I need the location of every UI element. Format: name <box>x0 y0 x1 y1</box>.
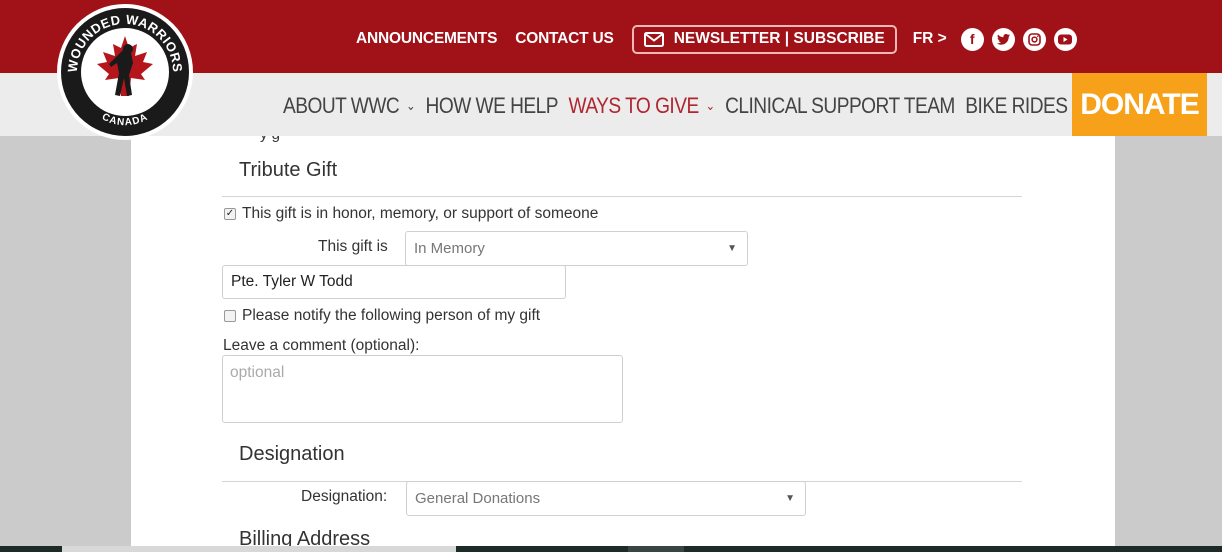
honoree-name-value: Pte. Tyler W Todd <box>231 273 353 290</box>
main-nav: ABOUT WWC ⌄ HOW WE HELP WAYS TO GIVE ⌄ C… <box>283 93 1078 119</box>
gift-type-value: In Memory <box>414 240 485 257</box>
notify-checkbox[interactable] <box>224 310 236 322</box>
contact-us-link[interactable]: CONTACT US <box>515 30 614 48</box>
newsletter-label: NEWSLETTER | SUBSCRIBE <box>673 30 885 47</box>
nav-clinical-support-team[interactable]: CLINICAL SUPPORT TEAM <box>725 93 955 119</box>
honoree-name-input[interactable]: Pte. Tyler W Todd <box>222 265 566 299</box>
clipped-text: y g <box>260 136 400 142</box>
social-links: f <box>960 27 1077 51</box>
youtube-icon[interactable] <box>1053 27 1077 51</box>
gift-is-label: This gift is <box>318 238 388 255</box>
nav-how-we-help-label: HOW WE HELP <box>425 93 559 118</box>
nav-how-we-help[interactable]: HOW WE HELP <box>426 93 559 119</box>
notify-checkbox-row[interactable]: Please notify the following person of my… <box>224 307 540 325</box>
nav-ways-to-give-label: WAYS TO GIVE <box>568 93 699 118</box>
language-toggle-link[interactable]: FR > <box>913 30 947 48</box>
bottom-strip-segment <box>628 546 684 552</box>
nav-bike-rides-label: BIKE RIDES <box>965 93 1068 118</box>
designation-value: General Donations <box>415 490 541 507</box>
designation-select[interactable]: General Donations ▼ <box>406 481 806 516</box>
honor-checkbox-label: This gift is in honor, memory, or suppor… <box>242 205 599 222</box>
nav-ways-to-give[interactable]: WAYS TO GIVE ⌄ <box>568 93 715 119</box>
dropdown-arrow-icon: ▼ <box>785 493 795 504</box>
bottom-strip <box>0 546 1222 552</box>
facebook-icon[interactable]: f <box>960 27 984 51</box>
nav-about-wwc-label: ABOUT WWC <box>283 93 400 118</box>
announcements-link[interactable]: ANNOUNCEMENTS <box>356 30 497 48</box>
newsletter-subscribe-button[interactable]: NEWSLETTER | SUBSCRIBE <box>631 24 897 54</box>
designation-heading: Designation <box>239 443 345 465</box>
wounded-warriors-canada-logo[interactable]: WOUNDED WARRIORS CANADA <box>55 2 195 142</box>
honor-checkbox[interactable]: ✓ <box>224 208 236 220</box>
notify-checkbox-label: Please notify the following person of my… <box>242 307 541 324</box>
section-divider <box>222 196 1022 197</box>
envelope-icon <box>643 31 664 47</box>
donate-button[interactable]: DONATE <box>1072 73 1207 136</box>
comment-textarea[interactable]: optional <box>222 355 623 423</box>
comment-label: Leave a comment (optional): <box>223 337 420 354</box>
dropdown-arrow-icon: ▼ <box>727 243 737 254</box>
tribute-gift-heading: Tribute Gift <box>239 159 338 181</box>
top-nav: ANNOUNCEMENTS CONTACT US NEWSLETTER | SU… <box>356 24 1077 54</box>
honor-checkbox-row[interactable]: ✓ This gift is in honor, memory, or supp… <box>224 205 598 223</box>
nav-bike-rides[interactable]: BIKE RIDES <box>965 93 1068 119</box>
chevron-down-icon: ⌄ <box>406 98 416 113</box>
bottom-strip-segment <box>62 546 456 552</box>
instagram-icon[interactable] <box>1022 27 1046 51</box>
gift-type-select[interactable]: In Memory ▼ <box>405 231 748 266</box>
chevron-down-icon: ⌄ <box>705 98 715 113</box>
designation-label: Designation: <box>301 488 388 505</box>
nav-about-wwc[interactable]: ABOUT WWC ⌄ <box>283 93 416 119</box>
comment-placeholder: optional <box>230 364 285 381</box>
nav-clinical-support-team-label: CLINICAL SUPPORT TEAM <box>725 93 955 118</box>
twitter-icon[interactable] <box>991 27 1015 51</box>
